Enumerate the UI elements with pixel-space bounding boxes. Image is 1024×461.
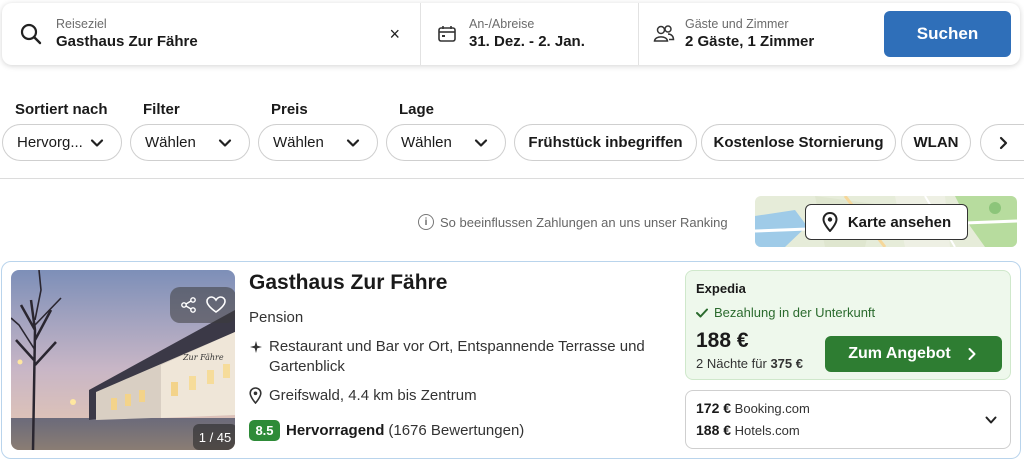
rating-score-badge: 8.5	[249, 420, 280, 441]
hotel-name[interactable]: Gasthaus Zur Fähre	[249, 271, 447, 295]
other-offer-price: 188 €	[696, 422, 732, 438]
hotel-location: Greifswald, 4.4 km bis Zentrum	[249, 387, 477, 404]
heart-icon[interactable]	[206, 296, 226, 314]
other-offer-provider: Hotels.com	[734, 423, 800, 438]
location-dropdown[interactable]: Wählen	[386, 124, 506, 161]
destination-text: Reiseziel Gasthaus Zur Fähre	[56, 17, 198, 52]
guests-field[interactable]: Gäste und Zimmer 2 Gäste, 1 Zimmer	[639, 3, 875, 65]
chip-breakfast[interactable]: Frühstück inbegriffen	[514, 124, 697, 161]
other-offer-row: 188 € Hotels.com	[696, 422, 800, 438]
map-pin-icon	[822, 212, 838, 232]
rating-word: Hervorragend	[286, 422, 385, 439]
chip-free-cancellation[interactable]: Kostenlose Stornierung	[701, 124, 896, 161]
info-icon: i	[418, 214, 434, 230]
photo-counter: 1 / 45	[193, 424, 235, 450]
price-group: Preis Wählen	[258, 100, 378, 161]
close-icon[interactable]: ×	[389, 24, 400, 45]
guests-label: Gäste und Zimmer	[685, 16, 789, 31]
chip-wifi[interactable]: WLAN	[901, 124, 971, 161]
other-offer-provider: Booking.com	[734, 401, 810, 416]
other-offer-row: 172 € Booking.com	[696, 400, 810, 416]
sort-group: Sortiert nach Hervorg...	[2, 100, 122, 161]
other-offer-price: 172 €	[696, 400, 732, 416]
view-map-button[interactable]: Karte ansehen	[805, 204, 968, 240]
divider	[0, 178, 1024, 179]
guests-value[interactable]: 2 Gäste, 1 Zimmer	[685, 32, 814, 52]
dates-value[interactable]: 31. Dez. - 2. Jan.	[469, 32, 585, 52]
view-deal-button[interactable]: Zum Angebot	[825, 336, 1002, 372]
chevron-right-icon	[968, 348, 976, 360]
hotel-features-text: Restaurant und Bar vor Ort, Entspannende…	[269, 338, 645, 375]
hotel-features: Restaurant und Bar vor Ort, Entspannende…	[249, 337, 669, 376]
hotel-photo[interactable]: Zur Fähre 1 / 45	[11, 270, 235, 450]
guests-icon	[653, 25, 675, 42]
chevron-down-icon	[218, 138, 232, 147]
chevron-down-icon	[346, 138, 360, 147]
hotel-type: Pension	[249, 309, 304, 326]
hotel-rating[interactable]: 8.5 Hervorragend (1676 Bewertungen)	[249, 420, 524, 441]
chevron-down-icon[interactable]	[984, 413, 998, 427]
view-deal-label: Zum Angebot	[848, 345, 951, 362]
destination-value[interactable]: Gasthaus Zur Fähre	[56, 32, 198, 52]
search-button[interactable]: Suchen	[884, 11, 1011, 57]
dates-label: An-/Abreise	[469, 16, 535, 31]
view-map-label: Karte ansehen	[847, 213, 952, 231]
filter-label: Filter	[143, 101, 180, 118]
destination-field[interactable]: Reiseziel Gasthaus Zur Fähre ×	[2, 3, 421, 65]
location-label: Lage	[399, 101, 435, 118]
filter-group: Filter Wählen	[130, 100, 250, 161]
ranking-info-link[interactable]: i So beeinflussen Zahlungen an uns unser…	[418, 214, 728, 230]
sort-value: Hervorg...	[17, 134, 83, 151]
offer-price: 188 €	[696, 329, 749, 352]
offer-payment-text: Bezahlung in der Unterkunft	[714, 305, 876, 320]
location-pin-icon	[249, 387, 262, 404]
ranking-info-text: So beeinflussen Zahlungen an uns unser R…	[440, 214, 728, 230]
dates-text: An-/Abreise 31. Dez. - 2. Jan.	[469, 17, 585, 52]
rating-reviews: (1676 Bewertungen)	[388, 422, 525, 439]
filter-value: Wählen	[145, 134, 196, 151]
best-offer-box[interactable]: Expedia Bezahlung in der Unterkunft 188 …	[685, 270, 1011, 380]
destination-label: Reiseziel	[56, 16, 107, 31]
guests-text: Gäste und Zimmer 2 Gäste, 1 Zimmer	[685, 17, 814, 52]
hotel-sign: Zur Fähre	[182, 353, 224, 362]
offer-payment: Bezahlung in der Unterkunft	[696, 305, 875, 320]
sort-dropdown[interactable]: Hervorg...	[2, 124, 122, 161]
price-dropdown[interactable]: Wählen	[258, 124, 378, 161]
dates-field[interactable]: An-/Abreise 31. Dez. - 2. Jan.	[421, 3, 639, 65]
price-label: Preis	[271, 101, 308, 118]
location-group: Lage Wählen	[386, 100, 506, 161]
sort-label: Sortiert nach	[15, 101, 108, 118]
chevron-down-icon	[474, 138, 488, 147]
filter-bar: Sortiert nach Hervorg... Filter Wählen P…	[0, 100, 1024, 165]
offer-nights-prefix: 2 Nächte für	[696, 356, 767, 371]
search-icon	[20, 23, 42, 45]
offer-nights-total: 375 €	[770, 356, 803, 371]
hotel-location-text: Greifswald, 4.4 km bis Zentrum	[269, 387, 477, 404]
calendar-icon	[438, 26, 456, 42]
share-icon[interactable]	[180, 296, 198, 314]
price-value: Wählen	[273, 134, 324, 151]
check-icon	[696, 308, 708, 317]
search-bar: Reiseziel Gasthaus Zur Fähre × An-/Abrei…	[2, 3, 1020, 65]
offer-provider: Expedia	[696, 281, 746, 296]
offer-nights: 2 Nächte für 375 €	[696, 356, 803, 371]
photo-actions	[170, 287, 235, 323]
sparkle-icon	[250, 341, 262, 353]
scroll-right-button[interactable]	[980, 124, 1024, 161]
other-offers-box[interactable]: 172 € Booking.com 188 € Hotels.com	[685, 390, 1011, 449]
chevron-right-icon	[999, 136, 1007, 149]
location-value: Wählen	[401, 134, 452, 151]
filter-dropdown[interactable]: Wählen	[130, 124, 250, 161]
map-preview[interactable]: Karte ansehen	[755, 196, 1017, 247]
chevron-down-icon	[90, 138, 104, 147]
